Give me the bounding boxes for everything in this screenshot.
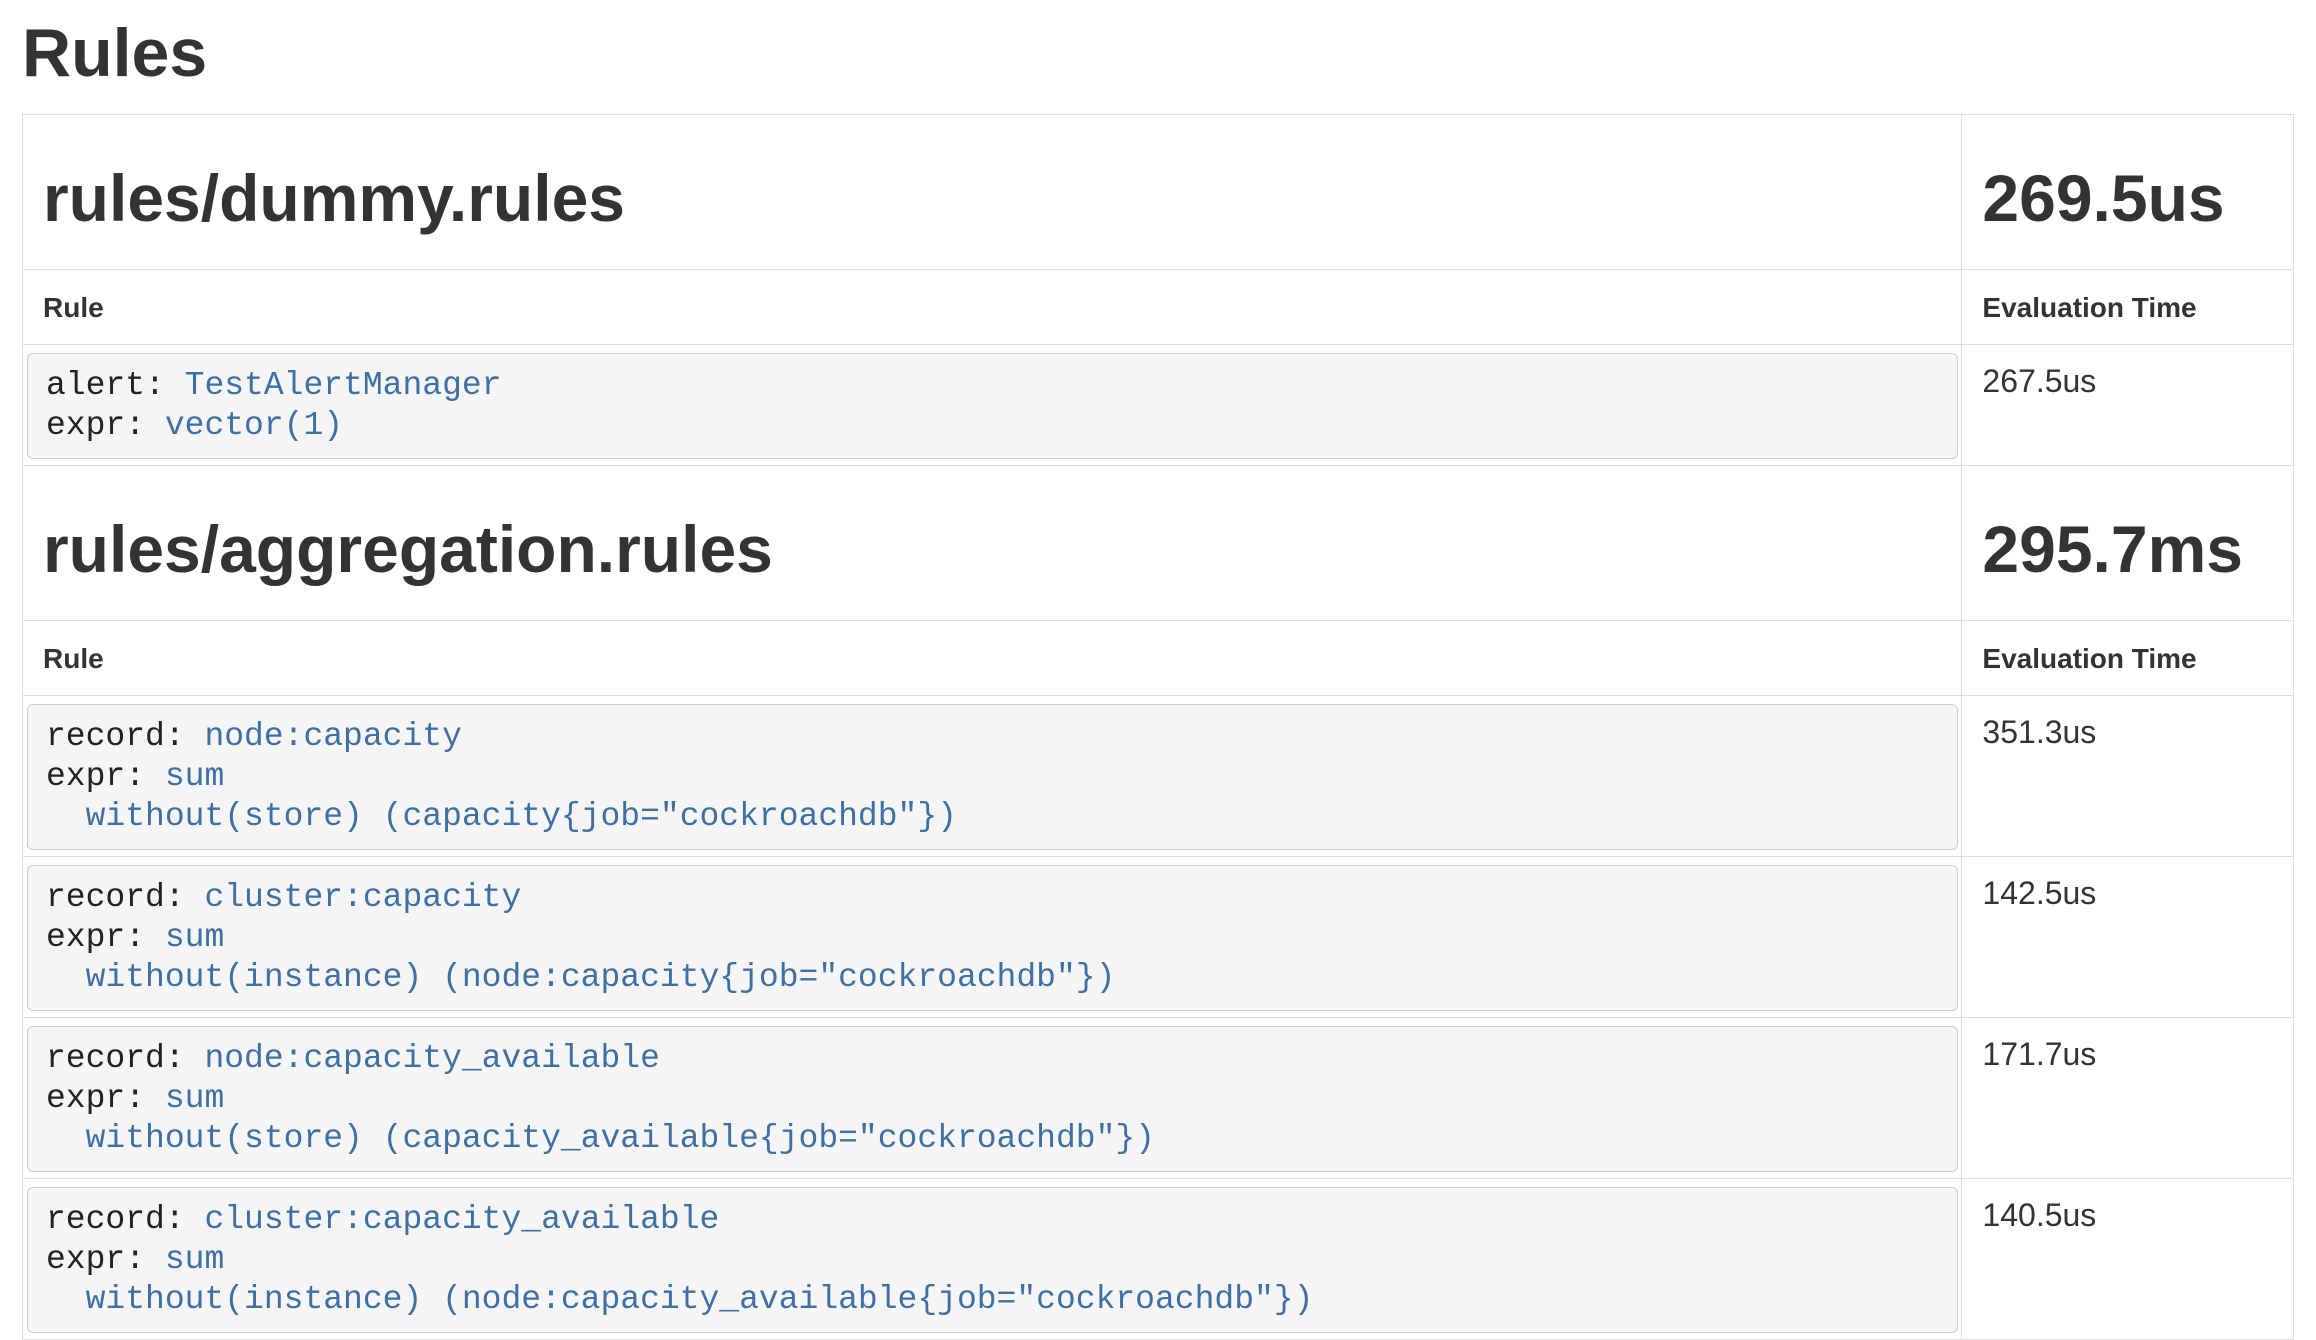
column-header-evaluation-time: Evaluation Time	[1962, 621, 2294, 696]
rule-expr-link[interactable]: sum without(instance) (node:capacity_ava…	[46, 1241, 1313, 1318]
expr-keyword-label: expr:	[46, 919, 145, 956]
column-header-rule: Rule	[23, 270, 1962, 345]
rule-cell: record: node:capacity expr: sum without(…	[23, 696, 1962, 857]
rule-name-link[interactable]: node:capacity	[204, 718, 461, 755]
column-header-evaluation-time: Evaluation Time	[1962, 270, 2294, 345]
rule-type-label: record:	[46, 879, 185, 916]
rule-expr-link[interactable]: sum without(store) (capacity{job="cockro…	[46, 758, 957, 835]
rule-name-link[interactable]: TestAlertManager	[185, 367, 502, 404]
rule-row: alert: TestAlertManager expr: vector(1) …	[23, 345, 2294, 466]
rule-evaluation-time: 171.7us	[1962, 1018, 2294, 1179]
rule-evaluation-time: 267.5us	[1962, 345, 2294, 466]
rule-definition: record: cluster:capacity_available expr:…	[27, 1187, 1958, 1333]
rule-type-label: alert:	[46, 367, 165, 404]
rule-group-file-name: rules/dummy.rules	[43, 161, 1941, 235]
page-title: Rules	[22, 14, 2294, 92]
rule-group-time-cell: 295.7ms	[1962, 466, 2294, 621]
rule-type-label: record:	[46, 718, 185, 755]
column-header-row: Rule Evaluation Time	[23, 621, 2294, 696]
rule-name-link[interactable]: cluster:capacity	[204, 879, 521, 916]
rule-row: record: node:capacity_available expr: su…	[23, 1018, 2294, 1179]
rule-group-file-name: rules/aggregation.rules	[43, 512, 1941, 586]
rule-row: record: cluster:capacity expr: sum witho…	[23, 857, 2294, 1018]
rule-type-label: record:	[46, 1040, 185, 1077]
rule-group-header-row: rules/aggregation.rules 295.7ms	[23, 466, 2294, 621]
column-header-rule: Rule	[23, 621, 1962, 696]
rule-cell: record: node:capacity_available expr: su…	[23, 1018, 1962, 1179]
rule-evaluation-time: 142.5us	[1962, 857, 2294, 1018]
rule-expr-link[interactable]: vector(1)	[165, 407, 343, 444]
rule-name-link[interactable]: node:capacity_available	[204, 1040, 659, 1077]
rule-row: record: node:capacity expr: sum without(…	[23, 696, 2294, 857]
rule-row: record: cluster:capacity_available expr:…	[23, 1179, 2294, 1340]
column-header-row: Rule Evaluation Time	[23, 270, 2294, 345]
rule-name-link[interactable]: cluster:capacity_available	[204, 1201, 719, 1238]
rule-cell: alert: TestAlertManager expr: vector(1)	[23, 345, 1962, 466]
expr-keyword-label: expr:	[46, 1080, 145, 1117]
rule-cell: record: cluster:capacity_available expr:…	[23, 1179, 1962, 1340]
rule-evaluation-time: 140.5us	[1962, 1179, 2294, 1340]
rule-definition: record: node:capacity expr: sum without(…	[27, 704, 1958, 850]
rule-group-time-cell: 269.5us	[1962, 115, 2294, 270]
rule-definition: alert: TestAlertManager expr: vector(1)	[27, 353, 1958, 459]
rule-type-label: record:	[46, 1201, 185, 1238]
rule-definition: record: cluster:capacity expr: sum witho…	[27, 865, 1958, 1011]
rule-expr-link[interactable]: sum without(store) (capacity_available{j…	[46, 1080, 1155, 1157]
rule-group-evaluation-time: 269.5us	[1982, 161, 2273, 235]
rule-group-file-cell: rules/dummy.rules	[23, 115, 1962, 270]
rule-group-header-row: rules/dummy.rules 269.5us	[23, 115, 2294, 270]
expr-keyword-label: expr:	[46, 758, 145, 795]
rules-table-body: rules/dummy.rules 269.5us Rule Evaluatio…	[23, 115, 2294, 1340]
rule-group-evaluation-time: 295.7ms	[1982, 512, 2273, 586]
rule-definition: record: node:capacity_available expr: su…	[27, 1026, 1958, 1172]
rule-evaluation-time: 351.3us	[1962, 696, 2294, 857]
expr-keyword-label: expr:	[46, 1241, 145, 1278]
rule-expr-link[interactable]: sum without(instance) (node:capacity{job…	[46, 919, 1115, 996]
rule-group-file-cell: rules/aggregation.rules	[23, 466, 1962, 621]
rules-page: Rules rules/dummy.rules 269.5us Rule Eva…	[0, 14, 2316, 1340]
rule-cell: record: cluster:capacity expr: sum witho…	[23, 857, 1962, 1018]
rules-table: rules/dummy.rules 269.5us Rule Evaluatio…	[22, 114, 2294, 1340]
expr-keyword-label: expr:	[46, 407, 145, 444]
